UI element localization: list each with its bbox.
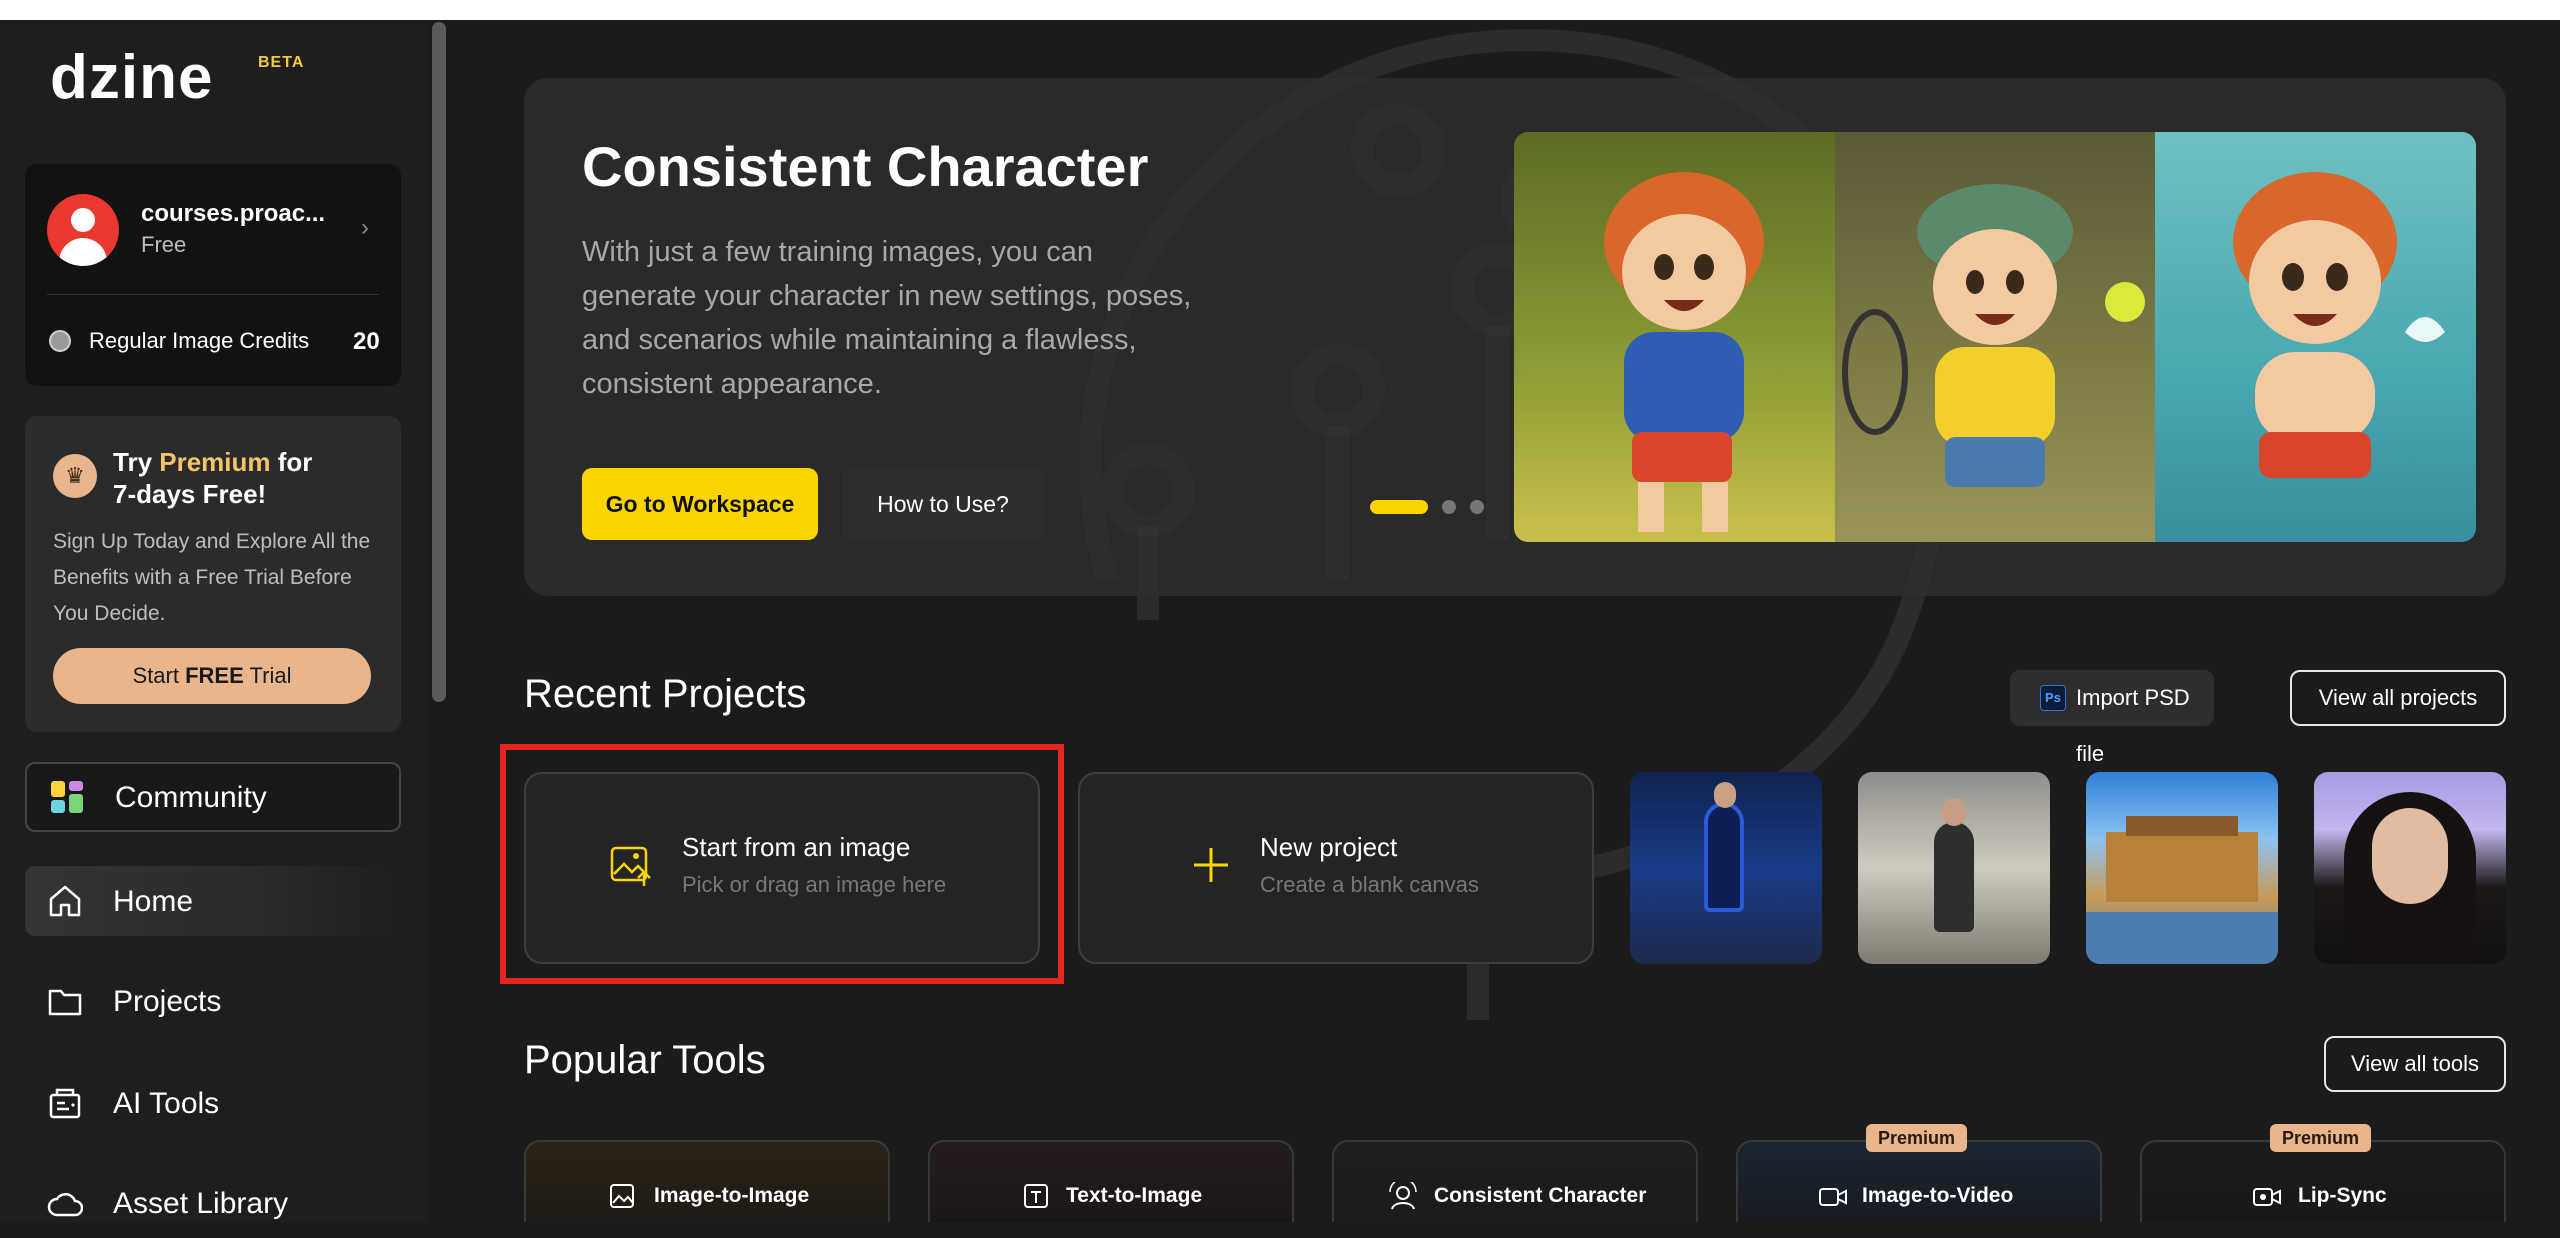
consistent-character-icon — [1389, 1182, 1417, 1210]
recent-project-thumbnail[interactable] — [2086, 772, 2278, 964]
credits-label: Regular Image Credits — [89, 328, 310, 353]
ai-tools-icon — [49, 1088, 81, 1119]
premium-promo-card: ♛ Try Premium for 7-days Free! Sign Up T… — [25, 416, 401, 732]
new-project-card[interactable]: New project Create a blank canvas — [1078, 772, 1594, 964]
divider — [47, 294, 379, 295]
tool-card-image-to-video[interactable]: Image-to-Video — [1736, 1140, 2102, 1222]
user-name: courses.proac... — [141, 200, 326, 227]
highlight-annotation-box — [500, 744, 1064, 984]
tool-card-text-to-image[interactable]: Text-to-Image — [928, 1140, 1294, 1222]
photoshop-icon: Ps — [2040, 685, 2066, 711]
character-panel-running — [1514, 132, 1835, 542]
sidebar-item-label: Home — [113, 885, 194, 918]
sidebar-item-projects[interactable]: Projects — [25, 966, 401, 1036]
credit-coin-icon — [49, 330, 71, 352]
text-to-image-icon — [1024, 1184, 1048, 1208]
new-project-title: New project — [1260, 832, 1398, 862]
beta-label: BETA — [258, 54, 305, 71]
sidebar-item-ai-tools[interactable]: AI Tools — [25, 1068, 401, 1138]
carousel-dot-active[interactable] — [1370, 500, 1428, 514]
go-to-workspace-button[interactable]: Go to Workspace — [582, 468, 818, 540]
recent-projects-title: Recent Projects — [524, 672, 807, 716]
folder-icon — [48, 989, 82, 1016]
lip-sync-icon — [2253, 1188, 2281, 1206]
popular-tools-title: Popular Tools — [524, 1038, 766, 1082]
start-free-trial-button[interactable]: Start FREE Trial — [53, 648, 371, 704]
carousel-dot[interactable] — [1470, 500, 1484, 514]
premium-badge: Premium — [2270, 1124, 2372, 1152]
plus-icon — [1194, 848, 1228, 882]
view-all-projects-button[interactable]: View all projects — [2290, 670, 2506, 726]
carousel-dot[interactable] — [1442, 500, 1456, 514]
tool-label: Text-to-Image — [1066, 1184, 1203, 1207]
credits-value: 20 — [353, 328, 380, 355]
character-panel-swimming — [2155, 132, 2476, 542]
hero-title: Consistent Character — [582, 135, 1149, 198]
avatar — [47, 194, 119, 266]
crown-icon: ♛ — [53, 454, 97, 498]
tool-card-lip-sync[interactable]: Lip-Sync — [2140, 1140, 2506, 1222]
tool-label: Image-to-Video — [1862, 1184, 2014, 1207]
view-all-tools-button[interactable]: View all tools — [2324, 1036, 2506, 1092]
hero-banner: Consistent Character With just a few tra… — [524, 78, 2506, 596]
chevron-right-icon[interactable]: › — [361, 214, 369, 242]
main-content: Consistent Character With just a few tra… — [448, 20, 2560, 1222]
sidebar-item-label: Projects — [113, 985, 222, 1018]
premium-badge: Premium — [1866, 1124, 1968, 1152]
dzine-logo[interactable]: dzine — [50, 42, 213, 113]
sidebar-item-community[interactable]: Community — [25, 762, 401, 832]
sidebar-item-label: Asset Library — [113, 1187, 289, 1220]
image-to-image-icon — [610, 1184, 634, 1208]
recent-project-thumbnail[interactable] — [1858, 772, 2050, 964]
sidebar-item-home[interactable]: Home — [25, 866, 401, 936]
recent-project-thumbnail[interactable] — [2314, 772, 2506, 964]
browser-top-strip — [0, 0, 2560, 20]
sidebar-scrollbar[interactable] — [432, 22, 446, 702]
new-project-subtitle: Create a blank canvas — [1260, 872, 1479, 897]
character-panel-tennis — [1835, 132, 2155, 542]
recent-project-thumbnail[interactable] — [1630, 772, 1822, 964]
cloud-icon — [47, 1192, 83, 1217]
hero-character-image — [1514, 132, 2476, 542]
premium-title: Try Premium for 7-days Free! — [113, 447, 313, 509]
user-card[interactable]: courses.proac... Free › Regular Image Cr… — [25, 164, 401, 386]
sidebar-item-label: AI Tools — [113, 1087, 220, 1120]
tool-label: Image-to-Image — [654, 1184, 810, 1207]
sidebar-item-label: Community — [115, 781, 267, 814]
tool-label: Lip-Sync — [2298, 1184, 2387, 1207]
home-icon — [49, 885, 81, 917]
import-psd-button[interactable]: Ps Import PSD file — [2010, 670, 2214, 766]
tool-card-consistent-character[interactable]: Consistent Character — [1332, 1140, 1698, 1222]
user-plan: Free — [141, 232, 187, 257]
premium-description: Sign Up Today and Explore All the Benefi… — [53, 530, 371, 625]
tool-card-image-to-image[interactable]: Image-to-Image — [524, 1140, 890, 1222]
community-icon — [51, 781, 83, 813]
hero-description: With just a few training images, you can… — [582, 236, 1192, 400]
how-to-use-button[interactable]: How to Use? — [842, 468, 1044, 540]
sidebar-item-asset-library[interactable]: Asset Library — [25, 1168, 401, 1238]
image-to-video-icon — [1819, 1188, 1847, 1206]
import-psd-label: Import PSD file — [2076, 685, 2190, 766]
tool-label: Consistent Character — [1434, 1184, 1647, 1207]
